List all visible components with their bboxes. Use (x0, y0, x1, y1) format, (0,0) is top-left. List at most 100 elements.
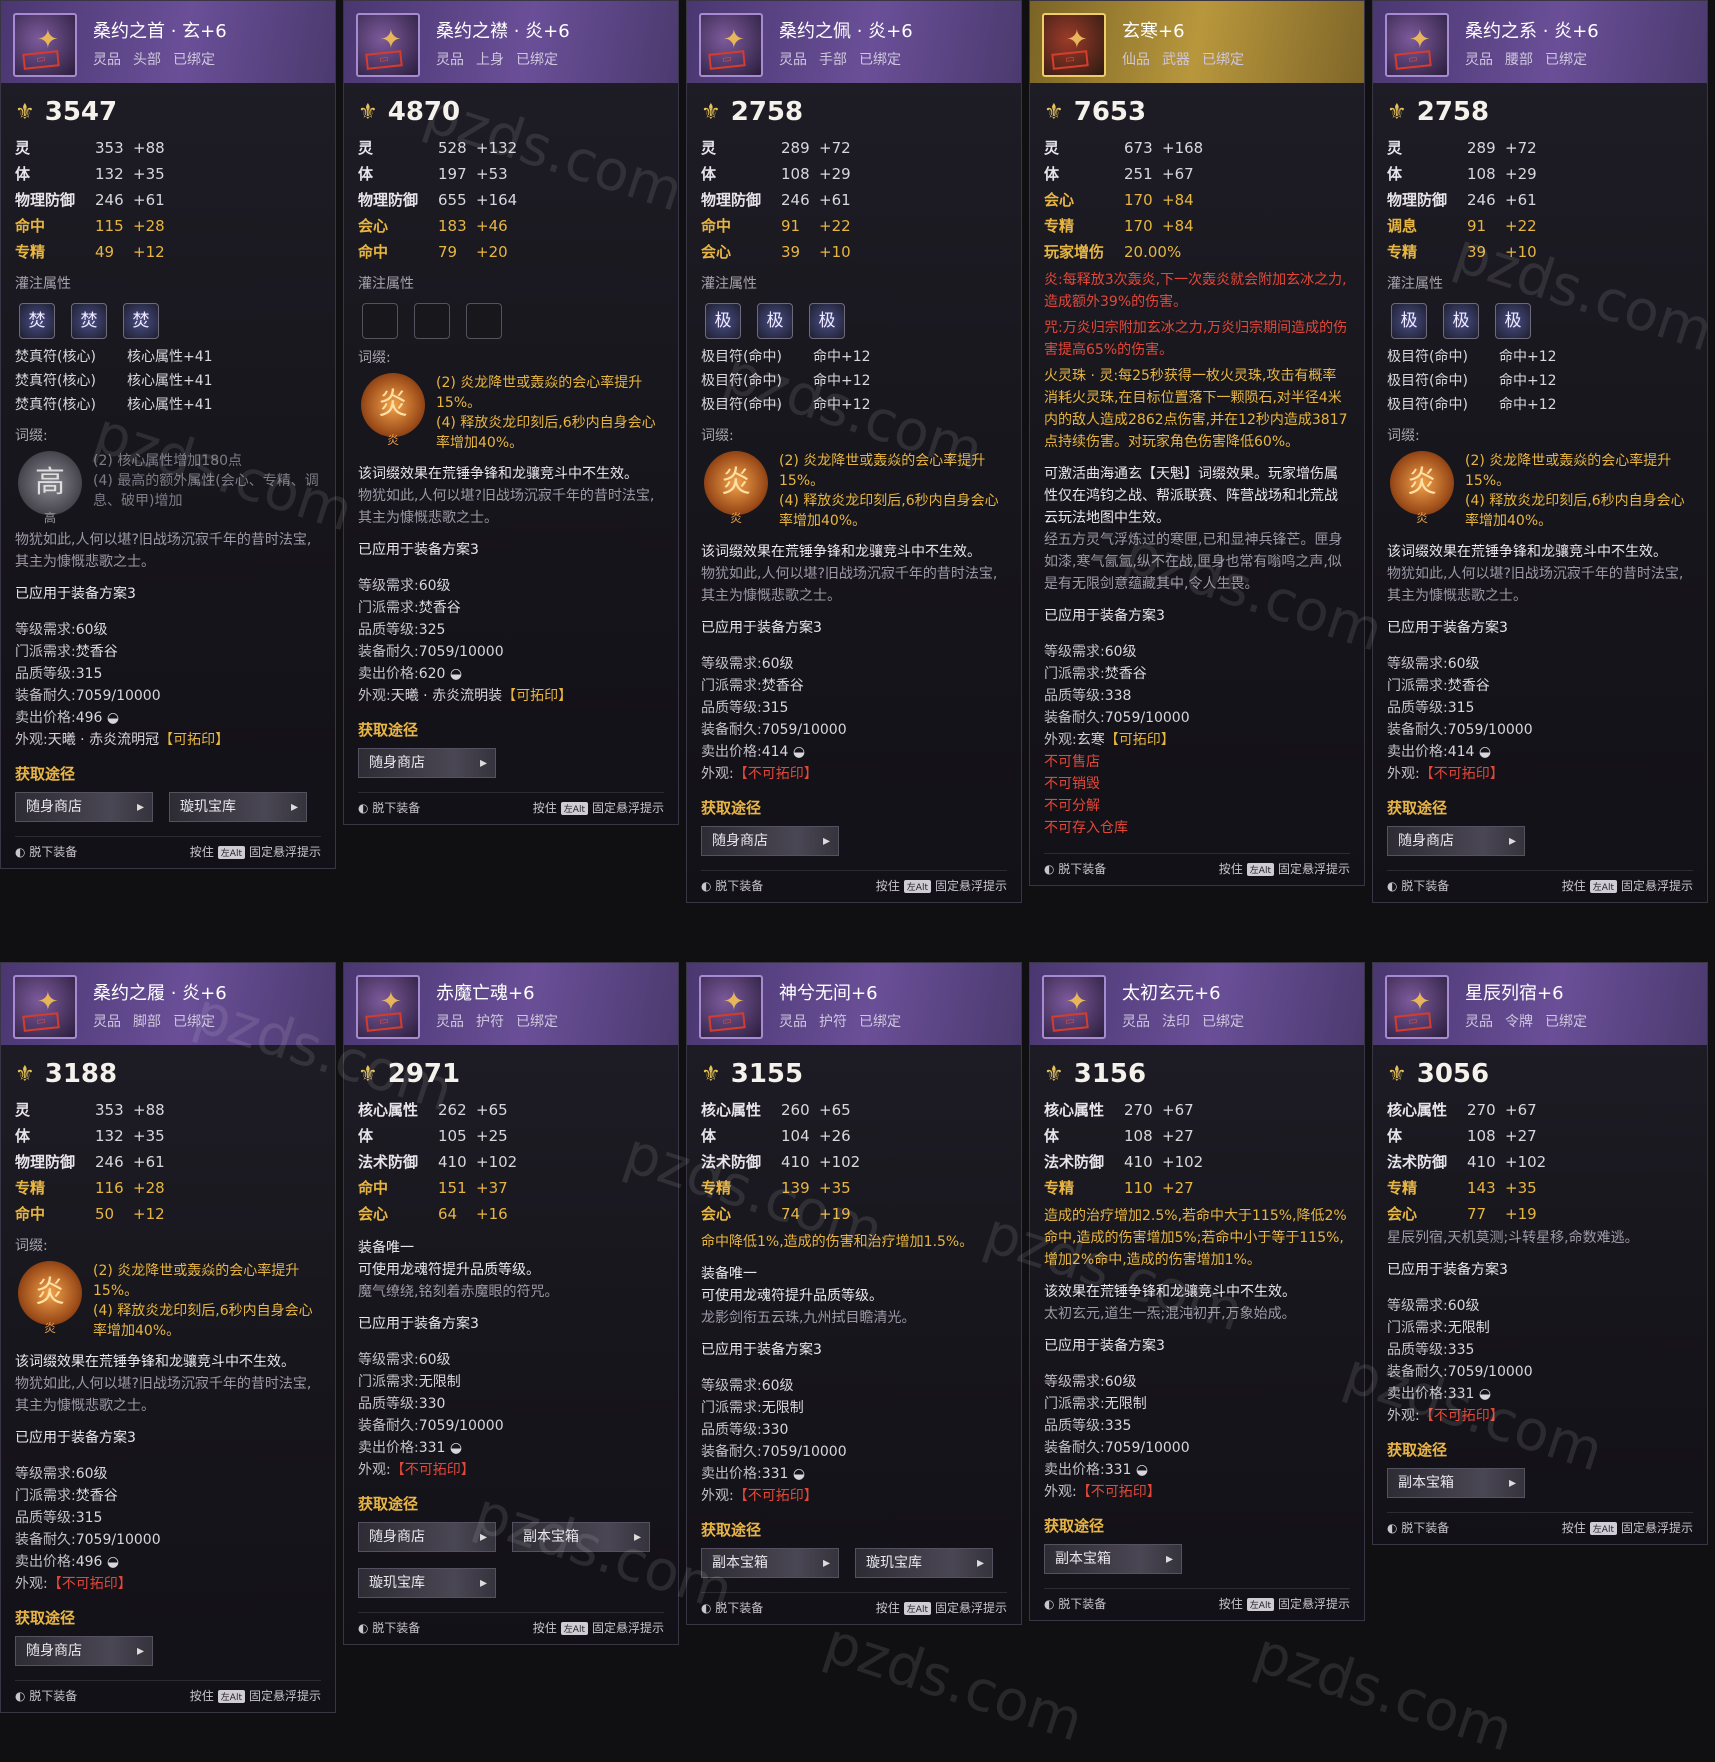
item-info: 等级需求:60级 门派需求:无限制 品质等级:330 装备耐久:7059/10000 卖… (701, 1375, 1007, 1507)
stat-row: 核心属性 270 +67 (1044, 1097, 1350, 1123)
unequip-hint[interactable]: ◐ 脱下装备 (701, 877, 763, 894)
info-label: 装备耐久: (701, 1444, 762, 1460)
unequip-hint[interactable]: ◐ 脱下装备 (15, 1687, 77, 1704)
info-label: 门派需求: (1387, 1320, 1448, 1336)
gem-slot[interactable]: 极 (705, 303, 741, 339)
item-icon: ✦ ▭ (13, 975, 77, 1039)
source-button[interactable]: 璇玑宝库 ▸ (169, 792, 307, 822)
source-button[interactable]: 副本宝箱 ▸ (1044, 1544, 1182, 1574)
source-button[interactable]: 副本宝箱 ▸ (512, 1522, 650, 1552)
source-button[interactable]: 璇玑宝库 ▸ (855, 1548, 993, 1578)
unequip-hint[interactable]: ◐ 脱下装备 (1387, 1519, 1449, 1536)
gem-slot[interactable]: 极 (1495, 303, 1531, 339)
stat-name: 核心属性 (1044, 1101, 1105, 1119)
stat-row: 会心 74 +19 (701, 1201, 1007, 1227)
item-icon: ✦ ▭ (356, 13, 420, 77)
stat-row: 命中 79 +20 (358, 239, 664, 265)
info-value: 335 (1104, 1418, 1132, 1434)
effect-note: 该效果在荒锤争锋和龙骧竞斗中不生效。 (1044, 1284, 1296, 1300)
unequip-label: 脱下装备 (29, 1689, 78, 1703)
gem-slot[interactable]: 焚 (71, 303, 107, 339)
info-value: 331 (761, 1466, 789, 1482)
source-header: 获取途径 (1387, 799, 1448, 817)
gem-slot[interactable]: 焚 (19, 303, 55, 339)
tooltip-header: ✦ ▭ 桑约之佩 · 炎+6 灵品 手部 已绑定 (687, 1, 1021, 83)
item-name: 桑约之襟 · 炎+6 (436, 21, 570, 42)
source-button[interactable]: 随身商店 ▸ (1387, 826, 1525, 856)
unequip-hint[interactable]: ◐ 脱下装备 (1044, 860, 1106, 877)
gem-slot[interactable]: 极 (1443, 303, 1479, 339)
source-button[interactable]: 随身商店 ▸ (15, 1636, 153, 1666)
info-row: 装备耐久:7059/10000 (701, 1441, 1007, 1463)
stat-row: 物理防御 246 +61 (15, 1149, 321, 1175)
stat-row: 体 108 +29 (1387, 161, 1693, 187)
silver-icon: ◒ (1474, 744, 1492, 760)
info-row: 卖出价格:331 ◒ (1044, 1459, 1350, 1481)
stat-bonus: +27 (1162, 1127, 1194, 1145)
mouse-icon: ◐ (358, 801, 373, 815)
stat-name: 体 (1044, 1127, 1060, 1145)
look-status: 【不可拓印】 (733, 1488, 818, 1504)
info-label: 等级需求: (1387, 656, 1448, 672)
info-row: 门派需求:焚香谷 (701, 675, 1007, 697)
stat-value: 197 (438, 165, 467, 183)
pin-label: 固定悬浮提示 (1277, 1597, 1350, 1611)
stat-row: 专精 170 +84 (1044, 213, 1350, 239)
stat-value: 64 (438, 1205, 458, 1223)
gem-slot[interactable] (466, 303, 502, 339)
stat-bonus: +67 (1162, 165, 1194, 183)
chevron-right-icon: ▸ (1508, 833, 1516, 849)
source-button[interactable]: 副本宝箱 ▸ (701, 1548, 839, 1578)
applied-plan: 已应用于装备方案3 (358, 542, 479, 558)
gem-slot[interactable] (362, 303, 398, 339)
info-row: 品质等级:338 (1044, 685, 1350, 707)
unequip-hint[interactable]: ◐ 脱下装备 (1044, 1595, 1106, 1612)
unequip-hint[interactable]: ◐ 脱下装备 (701, 1599, 763, 1616)
info-value: 7059/10000 (761, 722, 847, 738)
info-label: 外观: (15, 732, 48, 748)
source-button[interactable]: 随身商店 ▸ (358, 748, 496, 778)
unequip-hint[interactable]: ◐ 脱下装备 (1387, 877, 1449, 894)
info-row: 外观:【不可拓印】 (15, 1573, 321, 1595)
info-value: 330 (761, 1422, 789, 1438)
silver-icon: ◒ (788, 1466, 806, 1482)
stat-bonus: +12 (133, 243, 165, 261)
source-button[interactable]: 随身商店 ▸ (15, 792, 153, 822)
gem-slot[interactable]: 焚 (123, 303, 159, 339)
info-value: 60级 (418, 578, 451, 594)
source-button[interactable]: 璇玑宝库 ▸ (358, 1568, 496, 1598)
stat-name: 体 (15, 1127, 31, 1145)
set-effect-line: (2) 炎龙降世或轰焱的会心率提升15%。 (779, 453, 986, 489)
stat-bonus: +46 (476, 217, 508, 235)
affix-block: 炎炎 (2) 炎龙降世或轰焱的会心率提升15%。 (4) 释放炎龙印刻后,6秒内自身… (358, 373, 664, 453)
source-button[interactable]: 随身商店 ▸ (358, 1522, 496, 1552)
look-status: 【不可拓印】 (1419, 766, 1504, 782)
item-tag: 灵品 (779, 1014, 807, 1030)
info-label: 门派需求: (15, 644, 76, 660)
item-tag: 已绑定 (859, 52, 901, 68)
info-row: 等级需求:60级 (358, 575, 664, 597)
info-row: 门派需求:无限制 (358, 1371, 664, 1393)
gem-slot[interactable]: 极 (757, 303, 793, 339)
info-label: 门派需求: (701, 1400, 762, 1416)
stat-row: 体 108 +27 (1387, 1123, 1693, 1149)
look-status: 【不可拓印】 (390, 1462, 475, 1478)
source-button[interactable]: 副本宝箱 ▸ (1387, 1468, 1525, 1498)
gem-name: 焚真符(核心) (15, 349, 96, 365)
gem-slot[interactable] (414, 303, 450, 339)
info-value: 无限制 (761, 1400, 804, 1416)
item-tags: 灵品 手部 已绑定 (779, 49, 913, 69)
power-value: 2758 (1416, 97, 1490, 127)
gem-slot[interactable]: 极 (809, 303, 845, 339)
unequip-hint[interactable]: ◐ 脱下装备 (15, 843, 77, 860)
unequip-hint[interactable]: ◐ 脱下装备 (358, 799, 420, 816)
gem-effect: 核心属性+41 (127, 373, 213, 389)
gem-slot[interactable]: 极 (1391, 303, 1427, 339)
gem-slots: 极极极 (705, 303, 1007, 339)
tooltip-body: ⚜ 3056 核心属性 270 +67 体 108 +27 法术防御 410 +102 专精 143 +3… (1373, 1045, 1707, 1544)
source-button[interactable]: 随身商店 ▸ (701, 826, 839, 856)
stat-name: 会心 (1044, 191, 1075, 209)
unequip-hint[interactable]: ◐ 脱下装备 (358, 1619, 420, 1636)
item-tag: 法印 (1162, 1014, 1190, 1030)
item-name: 赤魔亡魂+6 (436, 983, 535, 1004)
